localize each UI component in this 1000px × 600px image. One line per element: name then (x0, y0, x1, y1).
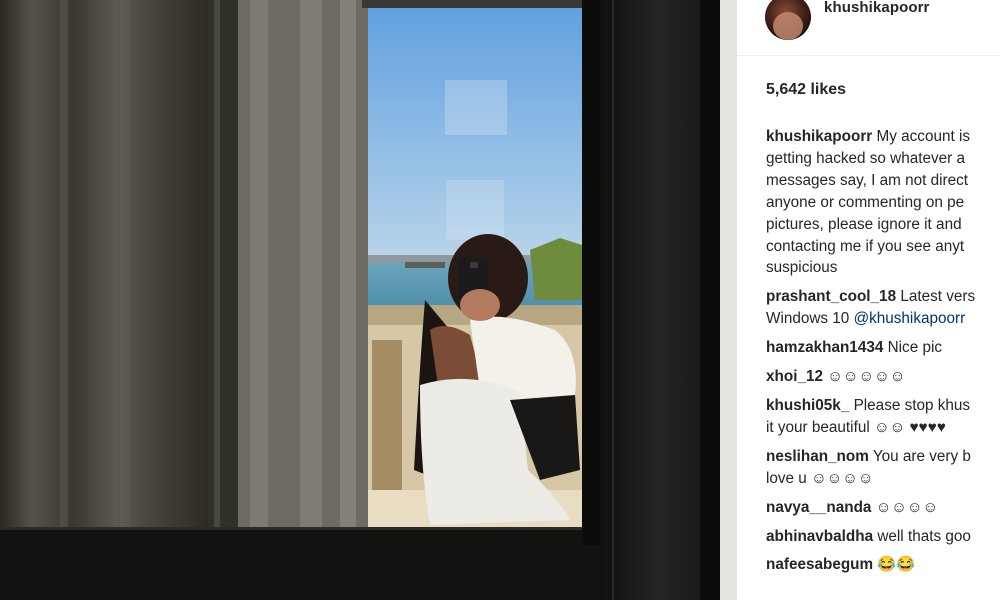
comment-item: nafeesabegum 😂😂 (766, 554, 1000, 576)
comment-text: getting hacked so whatever a (766, 149, 965, 167)
comment-item: abhinavbaldha well thats goo (766, 526, 1000, 548)
comment-text: suspicious (766, 259, 838, 277)
comments-list: khushikapoorr My account is getting hack… (766, 126, 1000, 583)
comment-text: ☺☺☺☺ (875, 498, 939, 516)
comment-item: navya__nanda ☺☺☺☺ (766, 497, 1000, 519)
comment-text: You are very b (872, 447, 971, 465)
likes-count[interactable]: 5,642 likes (766, 81, 846, 99)
comment-text: Latest vers (900, 288, 976, 306)
comment-author[interactable]: khushikapoorr (766, 128, 872, 145)
post-sidebar: khushikapoorr 5,642 likes khushikapoorr … (737, 0, 1000, 600)
comment-item: khushi05k_ Please stop khus it your beau… (766, 395, 1000, 439)
comment-item: prashant_cool_18 Latest vers Windows 10 … (766, 286, 1000, 330)
comment-author[interactable]: prashant_cool_18 (766, 288, 896, 305)
comment-author[interactable]: xhoi_12 (766, 368, 823, 385)
comment-author[interactable]: khushi05k_ (766, 397, 849, 414)
comment-text: pictures, please ignore it and (766, 215, 962, 233)
comment-text: Please stop khus (853, 396, 971, 414)
comment-author[interactable]: hamzakhan1434 (766, 339, 883, 356)
comment-text: anyone or commenting on pe (766, 193, 965, 211)
comment-text: messages say, I am not direct (766, 171, 969, 189)
comment-text: 😂😂 (877, 556, 916, 574)
comment-text: Nice pic (887, 339, 942, 357)
comment-text: contacting me if you see anyt (766, 237, 965, 255)
comment-text: My account is (876, 128, 971, 145)
comment-text: it your beautiful ☺☺ ♥♥♥♥ (766, 418, 946, 436)
comment-text: ☺☺☺☺☺ (827, 368, 906, 386)
comment-author[interactable]: navya__nanda (766, 499, 871, 516)
post-username[interactable]: khushikapoorr (824, 0, 930, 16)
caption: khushikapoorr My account is getting hack… (766, 126, 1000, 279)
comment-item: neslihan_nom You are very b love u ☺☺☺☺ (766, 446, 1000, 490)
comment-author[interactable]: nafeesabegum (766, 556, 873, 573)
comment-text: well thats goo (877, 527, 971, 545)
comment-item: hamzakhan1434 Nice pic (766, 337, 1000, 359)
comment-author[interactable]: abhinavbaldha (766, 528, 873, 545)
comment-text: Windows 10 (766, 310, 854, 328)
comment-item: xhoi_12 ☺☺☺☺☺ (766, 366, 1000, 388)
avatar[interactable] (765, 0, 811, 40)
post-header: khushikapoorr (737, 0, 1000, 56)
post-photo (0, 0, 737, 600)
mirror-selfie-image (0, 0, 737, 600)
comment-text: love u ☺☺☺☺ (766, 469, 874, 487)
mention-link[interactable]: @khushikapoorr (854, 310, 966, 327)
comment-author[interactable]: neslihan_nom (766, 448, 869, 465)
